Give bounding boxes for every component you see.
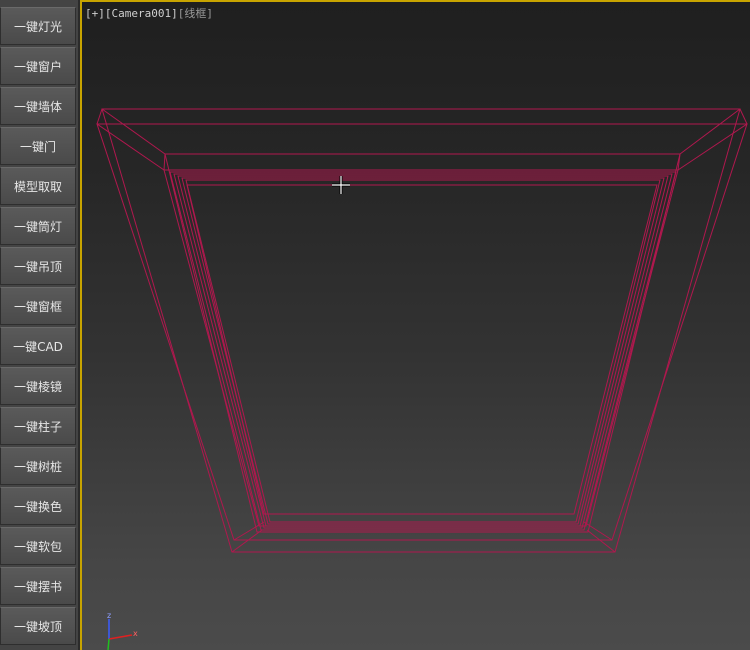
toolbar-button[interactable]: 一键摆书 — [0, 567, 76, 605]
axis-y-line — [107, 638, 110, 650]
script-toolbar: 一键灯光 一键窗户 一键墙体 一键门 模型取取 一键筒灯 一键吊顶 一键窗框 一键CAD 一键棱镜… — [0, 0, 79, 650]
axis-tripod: z x — [107, 611, 138, 650]
gizmo-cursor — [332, 176, 350, 194]
toolbar-button[interactable]: 一键墙体 — [0, 87, 76, 125]
toolbar-button[interactable]: 一键换色 — [0, 487, 76, 525]
toolbar-button[interactable]: 一键CAD — [0, 327, 76, 365]
toolbar-button[interactable]: 一键坡顶 — [0, 607, 76, 645]
wireframe-canvas: z x — [96, 108, 748, 650]
toolbar-button[interactable]: 一键窗户 — [0, 47, 76, 85]
toolbar-button[interactable]: 模型取取 — [0, 167, 76, 205]
camera-viewport[interactable]: [+][Camera001][线框] z x — [80, 0, 750, 650]
toolbar-button[interactable]: 一键吊顶 — [0, 247, 76, 285]
toolbar-button[interactable]: 一键窗框 — [0, 287, 76, 325]
toolbar-button[interactable]: 一键棱镜 — [0, 367, 76, 405]
toolbar-button[interactable]: 一键门 — [0, 127, 76, 165]
axis-z-label: z — [107, 611, 111, 620]
toolbar-button[interactable]: 一键筒灯 — [0, 207, 76, 245]
axis-x-line — [108, 634, 133, 640]
toolbar-button[interactable]: 一键灯光 — [0, 7, 76, 45]
axis-x-label: x — [133, 629, 138, 638]
toolbar-button[interactable]: 一键软包 — [0, 527, 76, 565]
trapezoid-frame-wireframe — [96, 108, 748, 553]
toolbar-button[interactable]: 一键树桩 — [0, 447, 76, 485]
toolbar-button[interactable]: 一键柱子 — [0, 407, 76, 445]
